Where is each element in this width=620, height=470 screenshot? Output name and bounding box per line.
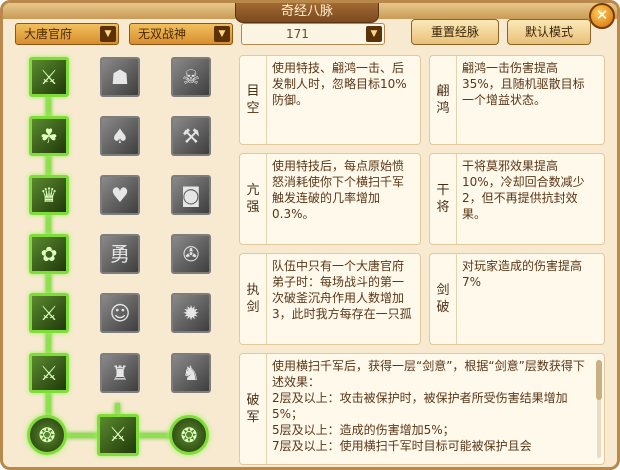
skill-card-desc: 使用特技后，每点原始愤怒消耗使你下个横扫千军触发连破的几率增加0.3%。: [272, 159, 405, 221]
faction-dropdown-value: 大唐官府: [24, 27, 73, 41]
skill-card-pianhong: 翩鸿 翩鸿一击伤害提高35%，且随机驱散目标一个增益状态。: [429, 55, 605, 145]
skill-node-r2-c1[interactable]: ☘: [29, 116, 69, 156]
skill-node-r5-c1[interactable]: ⚔: [29, 293, 69, 333]
skill-card-label: 翩鸿: [430, 56, 457, 144]
chevron-down-icon[interactable]: ▼: [366, 26, 382, 42]
skill-card-label: 干将: [430, 154, 457, 244]
skill-node-r5-c3[interactable]: ✹: [171, 293, 211, 333]
close-button[interactable]: ✕: [589, 3, 615, 29]
skill-card-zhijian: 执剑 队伍中只有一个大唐官府弟子时：每场战斗的第一次破釜沉舟作用人数增加3，此时…: [239, 253, 421, 345]
skill-node-r4-c2[interactable]: 勇: [100, 234, 140, 274]
skill-card-desc: 对玩家造成的伤害提高7%: [462, 259, 583, 289]
school-dropdown[interactable]: 无双战神 ▼: [129, 23, 233, 45]
skill-card-label: 目空: [240, 56, 267, 144]
skill-node-r1-c3[interactable]: ☠: [171, 57, 211, 97]
chevron-down-icon[interactable]: ▼: [214, 26, 230, 42]
window-title: 奇经八脉: [235, 3, 379, 23]
skill-card-label: 破军: [240, 354, 267, 464]
skill-card-mukong: 目空 使用特技、翩鸿一击、后发制人时，忽略目标10%防御。: [239, 55, 421, 145]
default-mode-button[interactable]: 默认模式: [507, 19, 591, 45]
skill-card-desc: 队伍中只有一个大唐官府弟子时：每场战斗的第一次破釜沉舟作用人数增加3，此时我方每…: [272, 259, 412, 321]
school-dropdown-value: 无双战神: [138, 27, 187, 41]
number-dropdown[interactable]: 171 ▼: [241, 23, 385, 45]
skill-node-r1-c2[interactable]: ☗: [100, 57, 140, 97]
bottom-node-right[interactable]: ❂: [169, 415, 209, 455]
skill-card-pojun: 破军 使用横扫千军后，获得一层“剑意”，根据“剑意”层数获得下述效果： 2层及以…: [239, 353, 605, 465]
skill-card-desc: 翩鸿一击伤害提高35%，且随机驱散目标一个增益状态。: [462, 61, 585, 107]
skill-card-label: 剑破: [430, 254, 457, 344]
skill-node-r4-c3[interactable]: ✇: [171, 234, 211, 274]
skill-card-desc: 使用特技、翩鸿一击、后发制人时，忽略目标10%防御。: [272, 61, 407, 107]
skill-node-r1-c1[interactable]: ⚔: [29, 57, 69, 97]
faction-dropdown[interactable]: 大唐官府 ▼: [15, 23, 119, 45]
skill-card-label: 执剑: [240, 254, 267, 344]
skill-card-ganjiang: 干将 干将莫邪效果提高10%，冷却回合数减少2，但不再提供抗封效果。: [429, 153, 605, 245]
skill-card-jianpo: 剑破 对玩家造成的伤害提高7%: [429, 253, 605, 345]
meridian-panel: 奇经八脉 ✕ 大唐官府 ▼ 无双战神 ▼ 171 ▼ 重置经脉 默认模式 ⚔ ☗…: [0, 0, 620, 470]
skill-card-kangqiang: 亢强 使用特技后，每点原始愤怒消耗使你下个横扫千军触发连破的几率增加0.3%。: [239, 153, 421, 245]
skill-node-r6-c3[interactable]: ♞: [171, 353, 211, 393]
reset-meridian-button[interactable]: 重置经脉: [411, 19, 499, 45]
skill-desc-scrollbar[interactable]: [596, 360, 602, 458]
scrollbar-thumb[interactable]: [596, 360, 602, 400]
skill-node-r6-c1[interactable]: ⚔: [29, 353, 69, 393]
skill-node-r3-c1[interactable]: ♛: [29, 175, 69, 215]
bottom-node-left[interactable]: ❂: [27, 415, 67, 455]
chevron-down-icon[interactable]: ▼: [100, 26, 116, 42]
skill-card-desc: 干将莫邪效果提高10%，冷却回合数减少2，但不再提供抗封效果。: [462, 159, 585, 221]
skill-node-r3-c3[interactable]: ◙: [171, 175, 211, 215]
skill-node-r3-c2[interactable]: ♥: [100, 175, 140, 215]
skill-node-r2-c2[interactable]: ♠: [100, 116, 140, 156]
bottom-node-center[interactable]: ⚔: [97, 414, 139, 456]
number-dropdown-value: 171: [286, 27, 309, 41]
skill-node-r4-c1[interactable]: ✿: [29, 234, 69, 274]
skill-node-r2-c3[interactable]: ⚒: [171, 116, 211, 156]
skill-card-label: 亢强: [240, 154, 267, 244]
skill-card-desc: 使用横扫千军后，获得一层“剑意”，根据“剑意”层数获得下述效果： 2层及以上：攻…: [272, 359, 585, 453]
skill-node-r5-c2[interactable]: ☺: [100, 293, 140, 333]
skill-node-r6-c2[interactable]: ♜: [100, 353, 140, 393]
